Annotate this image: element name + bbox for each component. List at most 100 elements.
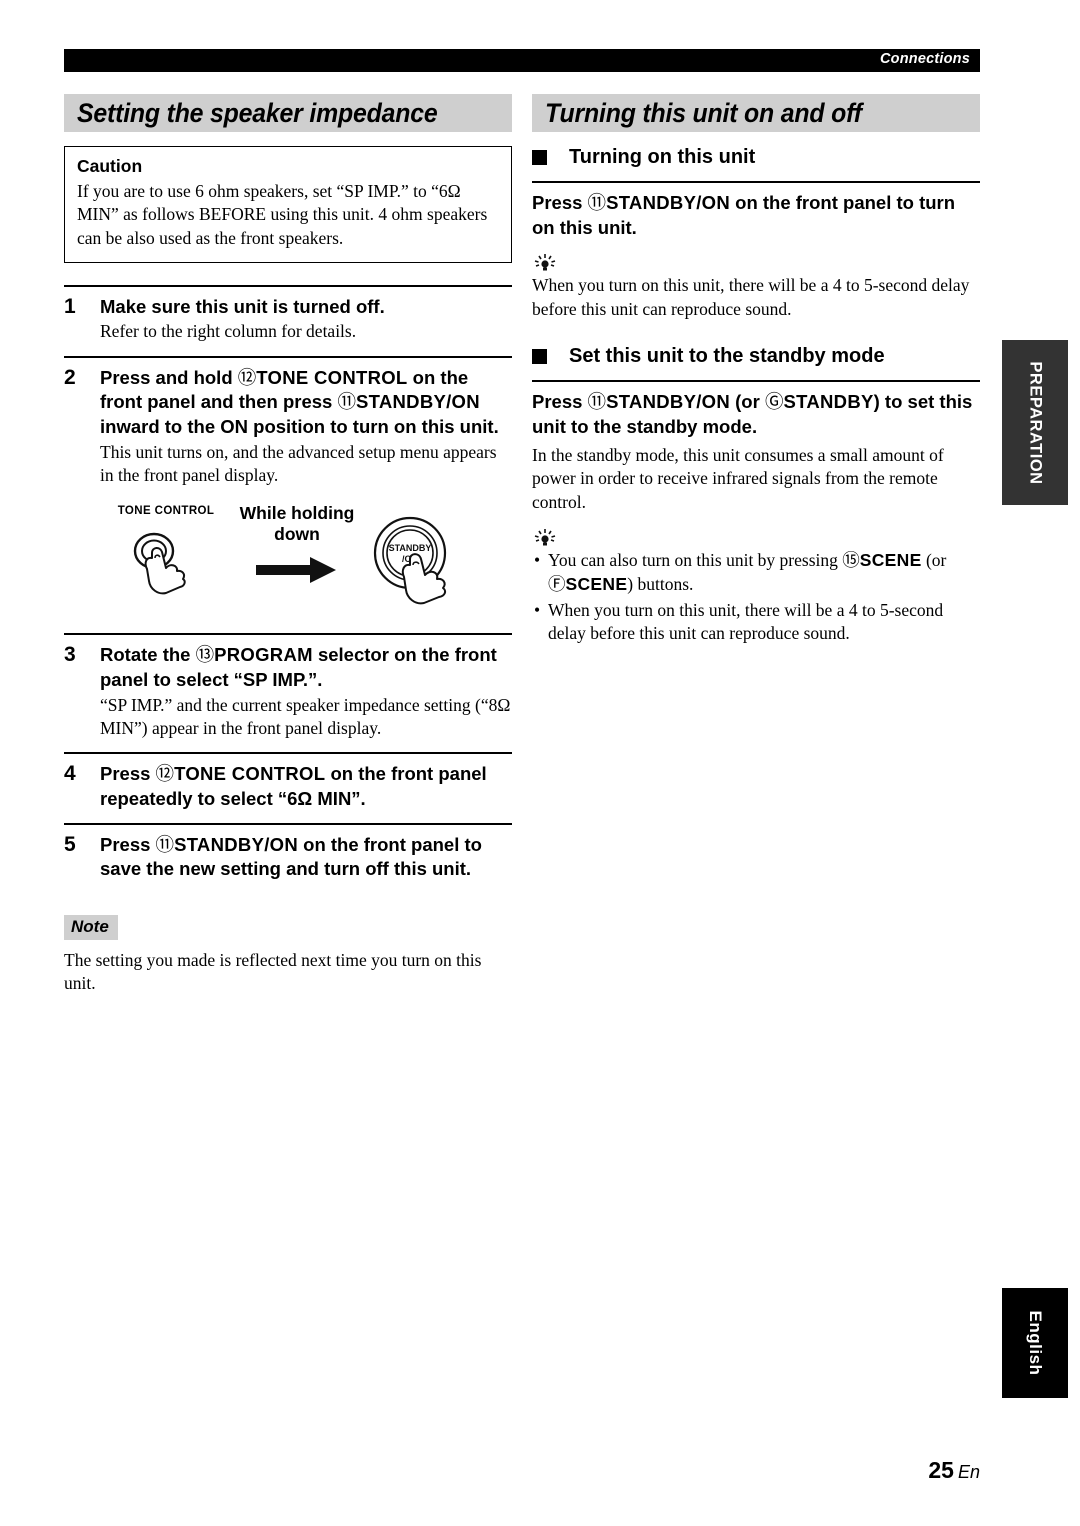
step-heading: Press ⑫TONE CONTROL on the front panel r… xyxy=(100,762,512,810)
side-tab-preparation-label: PREPARATION xyxy=(1026,360,1045,485)
side-tab-preparation[interactable]: PREPARATION xyxy=(1002,340,1068,505)
control-name: PROGRAM xyxy=(214,644,313,666)
side-tab-english-label: English xyxy=(1026,1310,1045,1376)
section-divider xyxy=(532,181,980,183)
section-heading-turning-unit: Turning this unit on and off xyxy=(532,94,980,132)
page-number: 25 En xyxy=(928,1457,980,1484)
text-run: You can also turn on this unit by pressi… xyxy=(548,550,843,571)
step-body: Press ⑪STANDBY/ON on the front panel to … xyxy=(100,833,512,881)
tip-lightbulb-icon xyxy=(534,254,556,271)
section-heading-label: Setting the speaker impedance xyxy=(77,98,438,128)
note-text: The setting you made is reflected next t… xyxy=(64,949,482,994)
step-heading: Press ⑪STANDBY/ON on the front panel to … xyxy=(100,833,512,881)
text-run: Rotate the xyxy=(100,644,196,666)
step-description: This unit turns on, and the advanced set… xyxy=(100,441,497,486)
circled-reference: ⑫ xyxy=(237,367,257,389)
caution-box: Caution If you are to use 6 ohm speakers… xyxy=(64,146,512,263)
circled-reference: ⑮ xyxy=(842,551,860,572)
step-number: 2 xyxy=(64,365,76,389)
subsection-lead: Press ⑪STANDBY/ON on the front panel to … xyxy=(532,191,980,239)
tip-block: You can also turn on this unit by pressi… xyxy=(532,528,980,645)
step-description: Refer to the right column for details. xyxy=(100,321,357,342)
control-name: STANDBY/ON xyxy=(606,192,730,213)
control-name: SCENE xyxy=(859,550,922,571)
left-column: Setting the speaker impedance Caution If… xyxy=(64,94,512,995)
page-number-suffix: En xyxy=(957,1462,980,1482)
step-item: 5 Press ⑪STANDBY/ON on the front panel to… xyxy=(64,822,512,893)
subsection-heading: Turning on this unit xyxy=(532,146,980,169)
square-bullet-icon xyxy=(532,150,547,165)
step-number: 1 xyxy=(64,294,76,318)
running-head-label: Connections xyxy=(879,51,970,67)
text-run: When you turn on this unit, there will b… xyxy=(548,599,944,643)
control-name: TONE CONTROL xyxy=(174,763,326,785)
right-column: Turning this unit on and off Turning on … xyxy=(532,94,980,666)
step-heading: Rotate the ⑬PROGRAM selector on the fron… xyxy=(100,643,512,691)
control-name: TONE CONTROL xyxy=(256,366,408,388)
tone-control-button-hand-icon xyxy=(133,533,186,595)
step-body: Press ⑫TONE CONTROL on the front panel r… xyxy=(100,762,512,810)
tip-list: You can also turn on this unit by pressi… xyxy=(532,549,980,645)
tip-list-item: You can also turn on this unit by pressi… xyxy=(532,549,980,598)
step-number: 4 xyxy=(64,762,76,786)
control-name: STANDBY/ON xyxy=(606,390,730,412)
text-run: Press xyxy=(100,833,156,855)
standby-on-knob-hand-icon: STANDBY /ON xyxy=(373,517,447,605)
caution-text: If you are to use 6 ohm speakers, set “S… xyxy=(77,181,488,248)
step-heading: Make sure this unit is turned off. xyxy=(100,295,512,319)
control-name: SCENE xyxy=(565,574,628,595)
text-run: Press xyxy=(532,192,588,213)
step-number: 5 xyxy=(64,832,76,856)
note-block: Note The setting you made is reflected n… xyxy=(64,914,512,996)
circled-reference: ⑪ xyxy=(155,834,175,856)
circled-reference: ⑬ xyxy=(195,645,215,667)
text-run: Press xyxy=(532,390,588,412)
step-number: 3 xyxy=(64,643,76,667)
text-run: Make sure this unit is turned off. xyxy=(100,295,385,317)
illustration-tone-control-standby: TONE CONTROL While holding down STANDBY … xyxy=(64,499,512,633)
subsection-heading: Set this unit to the standby mode xyxy=(532,345,980,368)
side-tab-english[interactable]: English xyxy=(1002,1288,1068,1398)
page-number-value: 25 xyxy=(928,1457,954,1483)
text-run: Press xyxy=(100,763,156,785)
subsection-lead: Press ⑪STANDBY/ON (or ⒼSTANDBY) to set t… xyxy=(532,390,980,438)
circled-reference: ⑪ xyxy=(337,392,356,414)
control-name: STANDBY/ON xyxy=(174,833,298,855)
text-run: inward to the ON position to turn on thi… xyxy=(100,416,499,438)
illustration-tone-control-label: TONE CONTROL xyxy=(117,505,215,518)
circled-reference: ⑪ xyxy=(587,193,607,214)
text-run: (or xyxy=(730,390,765,412)
steps-list-continued: 3 Rotate the ⑬PROGRAM selector on the fro… xyxy=(64,633,512,893)
step-body: Make sure this unit is turned off. Refer … xyxy=(100,295,512,344)
step-body: Press and hold ⑫TONE CONTROL on the fron… xyxy=(100,366,512,488)
illustration-while-holding-line1: While holding xyxy=(239,503,355,524)
section-heading-speaker-impedance: Setting the speaker impedance xyxy=(64,94,512,132)
circled-reference: ⑪ xyxy=(587,391,607,413)
step-item: 4 Press ⑫TONE CONTROL on the front panel … xyxy=(64,752,512,822)
steps-list: 1 Make sure this unit is turned off. Refer… xyxy=(64,284,512,499)
note-tag: Note xyxy=(64,914,118,940)
section-divider xyxy=(532,379,980,382)
text-run: Press and hold xyxy=(100,366,238,388)
control-name: STANDBY/ON xyxy=(355,391,480,413)
step-description: “SP IMP.” and the current speaker impeda… xyxy=(100,694,511,738)
section-heading-label: Turning this unit on and off xyxy=(545,98,862,128)
subsections-list: Turning on this unit Press ⑪STANDBY/ON on… xyxy=(532,146,980,666)
tip-block: When you turn on this unit, there will b… xyxy=(532,253,980,321)
subsection-heading-label: Set this unit to the standby mode xyxy=(569,344,885,367)
subsection-heading-label: Turning on this unit xyxy=(569,146,756,168)
control-name: STANDBY xyxy=(783,390,874,412)
running-head-bar: Connections xyxy=(64,49,980,72)
circled-reference: Ⓖ xyxy=(764,391,784,413)
illustration-while-holding-line2: down xyxy=(274,524,320,545)
text-run: (or xyxy=(921,550,947,571)
circled-reference: ⑫ xyxy=(155,764,175,786)
step-heading: Press and hold ⑫TONE CONTROL on the fron… xyxy=(100,366,512,439)
step-item: 3 Rotate the ⑬PROGRAM selector on the fro… xyxy=(64,633,512,752)
caution-title: Caution xyxy=(77,156,143,176)
standby-knob-text-line1: STANDBY xyxy=(389,543,432,553)
subsection-body: In the standby mode, this unit consumes … xyxy=(532,445,944,512)
circled-reference: Ⓕ xyxy=(548,575,566,596)
